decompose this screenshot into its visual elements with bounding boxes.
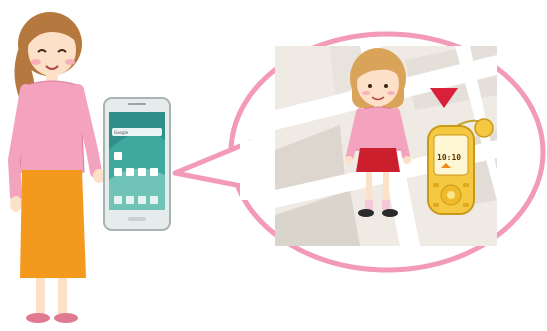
device-time: 10:10: [437, 153, 461, 162]
woman-figure: [7, 12, 105, 323]
phone-search-text: Google: [114, 130, 129, 135]
headline-text: [70, 0, 547, 13]
illustration: 10:10 Google: [0, 0, 547, 327]
scene-svg: 10:10 Google: [7, 12, 546, 323]
smartphone-icon: Google: [103, 97, 171, 231]
